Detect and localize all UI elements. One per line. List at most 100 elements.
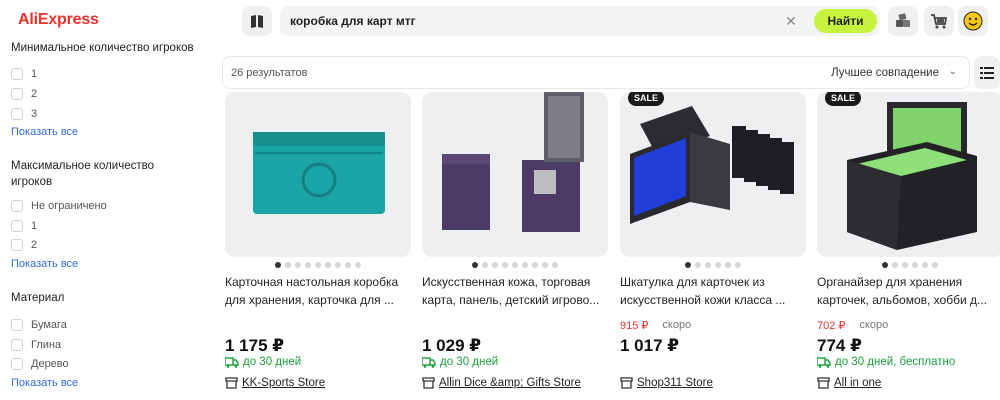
catalog-button[interactable] xyxy=(242,6,272,36)
delivery-info: до 30 дней xyxy=(225,356,301,368)
store-icon xyxy=(817,377,830,389)
store-icon xyxy=(225,377,238,389)
sale-badge: SALE xyxy=(628,92,665,106)
checkbox[interactable] xyxy=(11,239,23,251)
search-query-text: коробка для карт мтг xyxy=(290,14,416,28)
product-image[interactable]: SALE xyxy=(817,92,1000,257)
store-icon xyxy=(422,377,435,389)
aliexpress-logo[interactable]: AliExpress xyxy=(18,11,99,29)
truck-icon xyxy=(225,356,239,368)
filters-sidebar: Минимальное количество игроков 1 2 3 Пок… xyxy=(0,40,210,400)
option-label: Не ограничено xyxy=(31,200,107,212)
product-image[interactable]: SALE xyxy=(620,92,806,257)
store-link[interactable]: KK-Sports Store xyxy=(225,377,325,389)
filter-option[interactable]: 2 xyxy=(11,238,37,252)
orders-button[interactable] xyxy=(888,6,918,36)
product-card[interactable]: SALE Шкатулка для карточек из искусствен… xyxy=(620,92,806,400)
product-title[interactable]: Органайзер для хранения карточек, альбом… xyxy=(817,273,1000,309)
truck-icon xyxy=(422,356,436,368)
old-price: 915 ₽ xyxy=(620,320,649,332)
boxes-icon xyxy=(896,13,910,27)
filter-option[interactable]: 1 xyxy=(11,67,37,81)
carousel-dots xyxy=(225,262,411,268)
filter-option[interactable]: Не ограничено xyxy=(11,199,107,213)
product-price: 1 029 ₽ xyxy=(422,336,482,355)
filter-option[interactable]: 2 xyxy=(11,87,37,101)
truck-icon xyxy=(817,356,831,368)
product-card[interactable]: Карточная настольная коробка для хранени… xyxy=(225,92,411,400)
chevron-down-icon[interactable]: ⌄ xyxy=(949,66,957,77)
checkbox[interactable] xyxy=(11,319,23,331)
filter-title-max-players: Максимальное количество игроков xyxy=(11,160,154,188)
product-title[interactable]: Шкатулка для карточек из искусственной к… xyxy=(620,273,806,309)
soon-label: скоро xyxy=(662,319,692,331)
list-icon xyxy=(980,66,994,79)
option-label: 3 xyxy=(31,108,38,120)
product-price: 1 017 ₽ xyxy=(620,336,680,355)
sale-badge: SALE xyxy=(825,92,862,106)
filter-option[interactable]: Глина xyxy=(11,338,61,352)
store-link[interactable]: Allin Dice &amp; Gifts Store xyxy=(422,377,581,389)
checkbox[interactable] xyxy=(11,358,23,370)
option-label: Бумага xyxy=(31,319,67,331)
filter-title-min-players: Минимальное количество игроков xyxy=(11,42,194,54)
product-card[interactable]: Искусственная кожа, торговая карта, пане… xyxy=(422,92,608,400)
show-all-link[interactable]: Показать все xyxy=(11,126,78,138)
option-label: Дерево xyxy=(31,358,69,370)
filter-option[interactable]: Бумага xyxy=(11,318,67,332)
store-link[interactable]: Shop311 Store xyxy=(620,377,713,389)
delivery-info: до 30 дней, бесплатно xyxy=(817,356,955,368)
option-label: 1 xyxy=(31,68,38,80)
product-image[interactable] xyxy=(225,92,411,257)
cart-icon xyxy=(931,14,948,29)
option-label: 1 xyxy=(31,220,38,232)
clear-icon[interactable]: ✕ xyxy=(784,14,798,28)
delivery-info: до 30 дней xyxy=(422,356,498,368)
results-toolbar: 26 результатов Лучшее совпадение ⌄ xyxy=(222,56,970,89)
checkbox[interactable] xyxy=(11,200,23,212)
checkbox[interactable] xyxy=(11,68,23,80)
option-label: 2 xyxy=(31,239,38,251)
old-price-row: 702 ₽ скоро xyxy=(817,319,888,332)
profile-button[interactable] xyxy=(958,6,988,36)
checkbox[interactable] xyxy=(11,220,23,232)
results-count: 26 результатов xyxy=(231,67,308,79)
smiley-icon xyxy=(963,11,983,31)
show-all-link[interactable]: Показать все xyxy=(11,377,78,389)
old-price: 702 ₽ xyxy=(817,320,846,332)
show-all-link[interactable]: Показать все xyxy=(11,258,78,270)
checkbox[interactable] xyxy=(11,88,23,100)
product-image[interactable] xyxy=(422,92,608,257)
top-header: AliExpress коробка для карт мтг ✕ Найти xyxy=(0,0,1000,44)
carousel-dots xyxy=(422,262,608,268)
filter-option[interactable]: 3 xyxy=(11,107,37,121)
carousel-dots xyxy=(817,262,1000,268)
search-input[interactable]: коробка для карт мтг ✕ Найти xyxy=(280,6,880,36)
cart-button[interactable] xyxy=(924,6,954,36)
old-price-row: 915 ₽ скоро xyxy=(620,319,691,332)
product-price: 774 ₽ xyxy=(817,336,862,355)
product-title[interactable]: Карточная настольная коробка для хранени… xyxy=(225,273,411,309)
book-icon xyxy=(251,15,263,28)
checkbox[interactable] xyxy=(11,108,23,120)
store-icon xyxy=(620,377,633,389)
green-black-deck-box-image xyxy=(847,102,977,250)
store-link[interactable]: All in one xyxy=(817,377,881,389)
purple-deck-box-image xyxy=(442,92,584,232)
filter-title-material: Материал xyxy=(11,292,65,304)
option-label: Глина xyxy=(31,339,62,351)
list-view-button[interactable] xyxy=(974,56,1000,89)
teal-card-box-image xyxy=(253,132,385,214)
search-button[interactable]: Найти xyxy=(814,9,877,33)
soon-label: скоро xyxy=(859,319,889,331)
product-card[interactable]: SALE Органайзер для хранения карточек, а… xyxy=(817,92,1000,400)
filter-option[interactable]: Дерево xyxy=(11,357,69,371)
product-title[interactable]: Искусственная кожа, торговая карта, пане… xyxy=(422,273,608,309)
sort-dropdown[interactable]: Лучшее совпадение xyxy=(831,67,939,79)
checkbox[interactable] xyxy=(11,339,23,351)
option-label: 2 xyxy=(31,88,38,100)
filter-option[interactable]: 1 xyxy=(11,219,37,233)
blue-card-case-image xyxy=(630,106,794,224)
carousel-dots xyxy=(620,262,806,268)
product-price: 1 175 ₽ xyxy=(225,336,285,355)
